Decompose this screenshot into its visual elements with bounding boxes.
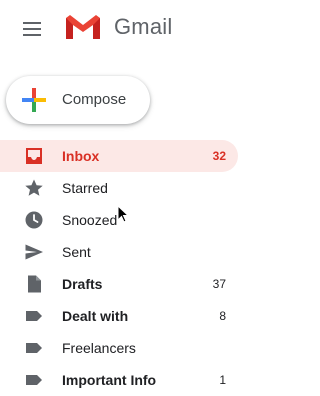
nav-label: Starred [62, 180, 108, 196]
nav-item-starred[interactable]: Starred [0, 172, 238, 204]
nav-label: Inbox [62, 148, 100, 164]
unread-count: 1 [219, 373, 226, 387]
star-icon [25, 179, 43, 196]
mouse-cursor-icon [117, 205, 129, 223]
main-menu-button[interactable] [20, 18, 46, 40]
top-bar: Gmail [0, 0, 252, 58]
inbox-icon [26, 148, 42, 164]
draft-icon [28, 275, 41, 293]
nav-label: Sent [62, 244, 91, 260]
draft-count: 37 [212, 277, 226, 291]
hamburger-menu-icon [23, 22, 41, 36]
nav-item-freelancers[interactable]: Freelancers [0, 332, 238, 364]
nav-item-important-info[interactable]: Important Info 1 [0, 364, 238, 396]
nav-item-drafts[interactable]: Drafts 37 [0, 268, 238, 300]
label-icon [26, 343, 42, 353]
gmail-m-icon [65, 15, 101, 40]
unread-count: 8 [219, 309, 226, 323]
compose-button[interactable]: Compose [6, 76, 150, 124]
nav-label: Important Info [62, 372, 157, 388]
nav-item-inbox[interactable]: Inbox 32 [0, 140, 238, 172]
nav-label: Freelancers [62, 340, 136, 356]
send-icon [25, 244, 43, 260]
label-icon [26, 311, 42, 321]
clock-icon [25, 211, 43, 229]
label-icon [26, 375, 42, 385]
compose-label: Compose [62, 91, 127, 108]
nav-item-sent[interactable]: Sent [0, 236, 238, 268]
nav-label: Drafts [62, 276, 103, 292]
nav-label: Dealt with [62, 308, 129, 324]
nav-item-dealt-with[interactable]: Dealt with 8 [0, 300, 238, 332]
gmail-logo[interactable] [64, 12, 102, 42]
folder-list: Inbox 32 Starred Snoozed Sent Drafts 37 [0, 140, 252, 396]
app-name: Gmail [114, 14, 173, 39]
unread-count: 32 [212, 149, 226, 163]
compose-plus-icon [22, 88, 46, 112]
nav-label: Snoozed [62, 212, 118, 228]
